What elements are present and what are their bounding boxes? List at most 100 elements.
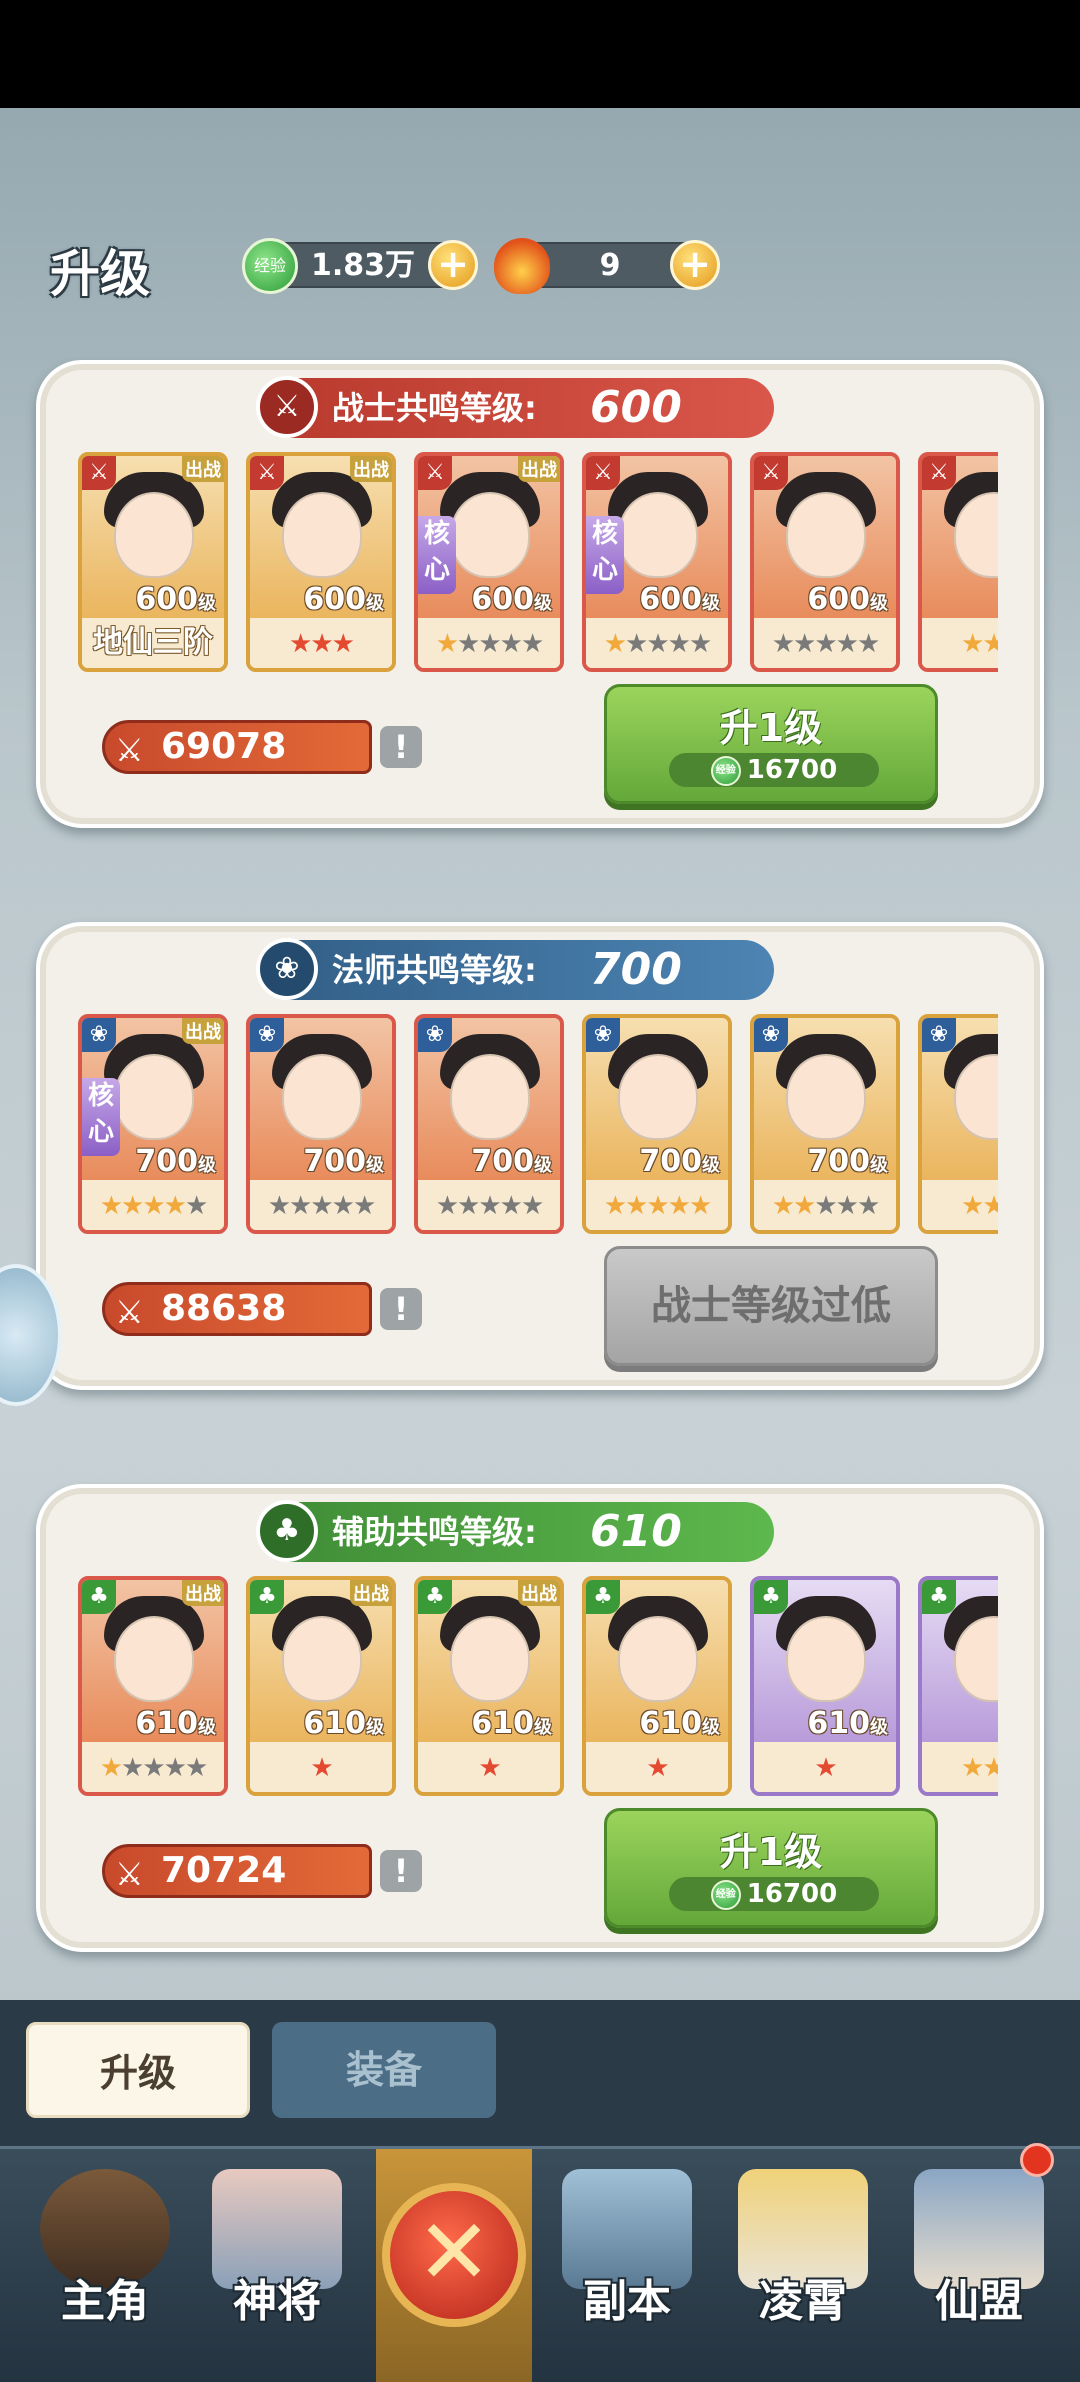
lotus-icon: ❀ bbox=[754, 1018, 788, 1052]
info-button[interactable]: ! bbox=[380, 1850, 422, 1892]
hero-card[interactable]: ❀ 出战 核心 700级 ★★★★★ bbox=[78, 1014, 228, 1234]
add-exp-button[interactable]: + bbox=[428, 240, 478, 290]
hero-card-footer: 地仙三阶 bbox=[82, 618, 224, 668]
resonance-label: 辅助共鸣等级: bbox=[332, 1513, 537, 1551]
hero-card[interactable]: ⚔ 出战 600级 地仙三阶 bbox=[78, 452, 228, 672]
hero-card[interactable]: ❀ 700级 ★★★★★ bbox=[750, 1014, 900, 1234]
hero-card[interactable]: ⚔ 6 ★★★ bbox=[918, 452, 998, 672]
nav-generals-label: 神将 bbox=[233, 2276, 321, 2327]
nav-hero[interactable]: 主角 bbox=[20, 2149, 190, 2382]
hero-stars: ★★★★★ bbox=[771, 1191, 881, 1221]
tab-equipment[interactable]: 装备 bbox=[272, 2022, 496, 2118]
nav-palace[interactable]: 凌霄 bbox=[718, 2149, 888, 2382]
support-resonance-panel: ♣ 辅助共鸣等级: 610 ♣ 出战 610级 ★★★★★ ♣ 出战 610级 … bbox=[36, 1484, 1044, 1952]
hero-level-value: 610 bbox=[471, 1706, 534, 1741]
exp-icon: 经验 bbox=[710, 1879, 741, 1910]
core-badge: 核心 bbox=[82, 1078, 120, 1156]
nav-generals[interactable]: 神将 bbox=[192, 2149, 362, 2382]
hero-card[interactable]: ⚔ 出战 600级 ★★★ bbox=[246, 452, 396, 672]
hero-card[interactable]: ⚔ 600级 ★★★★★ bbox=[750, 452, 900, 672]
hero-card-footer: ★★★★★ bbox=[82, 1742, 224, 1792]
hero-level-value: 610 bbox=[639, 1706, 702, 1741]
hero-card-footer: ★★★ bbox=[922, 1742, 998, 1792]
info-button[interactable]: ! bbox=[380, 726, 422, 768]
leaf-icon: ♣ bbox=[250, 1580, 284, 1614]
hero-card-footer: ★ bbox=[250, 1742, 392, 1792]
hero-level: 610级 bbox=[471, 1706, 552, 1741]
flame-icon bbox=[494, 238, 550, 294]
hero-level-value: 600 bbox=[471, 582, 534, 617]
hero-card[interactable]: ♣ 610级 ★ bbox=[582, 1576, 732, 1796]
hero-card[interactable]: ♣ 出战 610级 ★ bbox=[414, 1576, 564, 1796]
hero-face bbox=[786, 1054, 866, 1140]
hero-level: 610级 bbox=[807, 1706, 888, 1741]
exp-icon: 经验 bbox=[242, 238, 298, 294]
hero-card[interactable]: ⚔ 出战 核心 600级 ★★★★★ bbox=[414, 452, 564, 672]
hero-row: ♣ 出战 610级 ★★★★★ ♣ 出战 610级 ★ ♣ 出战 610级 ★ bbox=[78, 1576, 998, 1798]
hero-face bbox=[114, 1054, 194, 1140]
top-bar: 升级 经验 1.83万 + 9 + bbox=[0, 220, 1080, 310]
deployed-badge: 出战 bbox=[350, 456, 392, 482]
bottom-nav: 主角 神将 ✕ 副本 凌霄 仙盟 bbox=[0, 2143, 1080, 2382]
leaf-icon: ♣ bbox=[256, 1500, 318, 1562]
leaf-icon: ♣ bbox=[922, 1580, 956, 1614]
hero-stars: ★★★★★ bbox=[603, 1191, 713, 1221]
hero-level: 610级 bbox=[303, 1706, 384, 1741]
sword-icon: ⚔ bbox=[922, 456, 956, 490]
lotus-icon: ❀ bbox=[586, 1018, 620, 1052]
hero-level-value: 600 bbox=[807, 582, 870, 617]
deployed-badge: 出战 bbox=[518, 1580, 560, 1606]
hero-level-unit: 级 bbox=[198, 593, 216, 614]
bottom-area: 升级 装备 主角 神将 ✕ 副本 凌霄 仙盟 bbox=[0, 2000, 1080, 2382]
level-up-label: 升1级 bbox=[719, 706, 823, 750]
nav-alliance[interactable]: 仙盟 bbox=[894, 2143, 1064, 2382]
hero-level-unit: 级 bbox=[702, 1717, 720, 1738]
hero-face bbox=[282, 1054, 362, 1140]
hero-card[interactable]: ❀ 700级 ★★★★★ bbox=[582, 1014, 732, 1234]
level-up-disabled-button[interactable]: 战士等级过低 bbox=[604, 1246, 938, 1366]
hero-card[interactable]: ♣ 出战 610级 ★ bbox=[246, 1576, 396, 1796]
tab-upgrade[interactable]: 升级 bbox=[26, 2022, 250, 2118]
sword-icon: ⚔ bbox=[754, 456, 788, 490]
hero-stars: ★★★★★ bbox=[267, 1191, 377, 1221]
hero-level-unit: 级 bbox=[366, 1155, 384, 1176]
hero-face bbox=[786, 492, 866, 578]
lotus-icon: ❀ bbox=[256, 938, 318, 1000]
hero-level: 700级 bbox=[471, 1144, 552, 1179]
hero-level-unit: 级 bbox=[534, 1155, 552, 1176]
nav-dungeon[interactable]: 副本 bbox=[542, 2149, 712, 2382]
info-button[interactable]: ! bbox=[380, 1288, 422, 1330]
hero-card[interactable]: ❀ 7 ★★★ bbox=[918, 1014, 998, 1234]
level-up-button[interactable]: 升1级 经验 16700 bbox=[604, 684, 938, 804]
resonance-label: 战士共鸣等级: bbox=[332, 389, 537, 427]
combat-power-value: 88638 bbox=[161, 1288, 287, 1329]
close-icon[interactable]: ✕ bbox=[382, 2183, 526, 2327]
deployed-badge: 出战 bbox=[518, 456, 560, 482]
hero-card[interactable]: ❀ 700级 ★★★★★ bbox=[246, 1014, 396, 1234]
hero-face bbox=[618, 1054, 698, 1140]
hero-card[interactable]: ♣ 6 ★★★ bbox=[918, 1576, 998, 1796]
hero-level-value: 700 bbox=[135, 1144, 198, 1179]
hero-stars: ★★★ bbox=[289, 629, 355, 659]
hero-level-value: 600 bbox=[639, 582, 702, 617]
hero-stars: ★★★★★ bbox=[99, 1191, 209, 1221]
add-flame-button[interactable]: + bbox=[670, 240, 720, 290]
hero-stars: ★★★★★ bbox=[435, 629, 545, 659]
hero-level-value: 600 bbox=[303, 582, 366, 617]
hero-card[interactable]: ❀ 700级 ★★★★★ bbox=[414, 1014, 564, 1234]
hero-card[interactable]: ♣ 出战 610级 ★★★★★ bbox=[78, 1576, 228, 1796]
hero-card[interactable]: ⚔ 核心 600级 ★★★★★ bbox=[582, 452, 732, 672]
hero-card-footer: ★ bbox=[586, 1742, 728, 1792]
hero-rank: 地仙三阶 bbox=[93, 625, 213, 660]
exp-value: 1.83万 bbox=[310, 248, 416, 283]
hero-level: 600级 bbox=[471, 582, 552, 617]
combat-power-value: 69078 bbox=[161, 726, 287, 767]
hero-stars: ★★★★★ bbox=[99, 1753, 209, 1783]
hero-level-value: 610 bbox=[303, 1706, 366, 1741]
level-up-button[interactable]: 升1级 经验 16700 bbox=[604, 1808, 938, 1928]
lotus-icon: ❀ bbox=[922, 1018, 956, 1052]
hero-stars: ★★★★★ bbox=[435, 1191, 545, 1221]
hero-card[interactable]: ♣ 610级 ★ bbox=[750, 1576, 900, 1796]
resonance-banner: ♣ 辅助共鸣等级: 610 bbox=[256, 1500, 774, 1562]
hero-level-value: 610 bbox=[135, 1706, 198, 1741]
